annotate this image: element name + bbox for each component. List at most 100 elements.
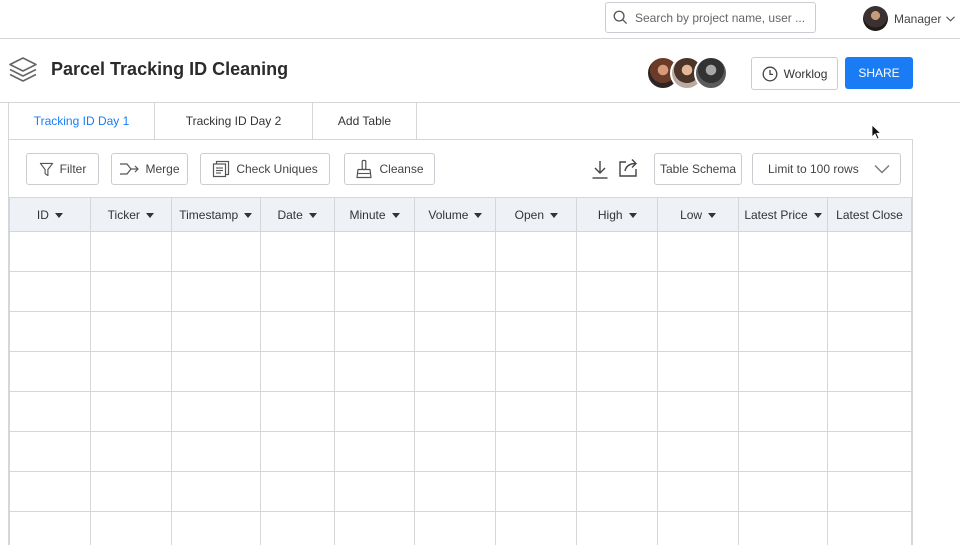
- table-cell[interactable]: [259, 431, 335, 472]
- table-cell[interactable]: [657, 431, 740, 472]
- table-cell[interactable]: [333, 271, 416, 312]
- table-cell[interactable]: [333, 231, 416, 272]
- table-cell[interactable]: [657, 271, 740, 312]
- table-cell[interactable]: [576, 351, 659, 392]
- column-header-id[interactable]: ID: [9, 197, 91, 232]
- table-cell[interactable]: [826, 431, 913, 472]
- table-cell[interactable]: [89, 471, 172, 512]
- table-cell[interactable]: [495, 271, 578, 312]
- table-cell[interactable]: [333, 351, 416, 392]
- download-icon[interactable]: [591, 158, 609, 180]
- table-cell[interactable]: [738, 311, 828, 352]
- table-cell[interactable]: [9, 351, 91, 392]
- table-cell[interactable]: [259, 391, 335, 432]
- table-cell[interactable]: [259, 271, 335, 312]
- table-cell[interactable]: [738, 511, 828, 545]
- search-box[interactable]: [605, 2, 816, 33]
- table-cell[interactable]: [576, 271, 659, 312]
- table-cell[interactable]: [495, 471, 578, 512]
- table-cell[interactable]: [738, 431, 828, 472]
- row-limit-select[interactable]: Limit to 100 rows: [752, 153, 901, 185]
- table-cell[interactable]: [170, 351, 261, 392]
- table-cell[interactable]: [89, 351, 172, 392]
- column-header-latest-price[interactable]: Latest Price: [738, 197, 828, 232]
- table-cell[interactable]: [657, 311, 740, 352]
- table-cell[interactable]: [495, 311, 578, 352]
- share-icon[interactable]: [618, 156, 640, 178]
- table-cell[interactable]: [826, 391, 913, 432]
- table-cell[interactable]: [89, 311, 172, 352]
- table-cell[interactable]: [89, 431, 172, 472]
- filter-button[interactable]: Filter: [26, 153, 99, 185]
- table-cell[interactable]: [9, 391, 91, 432]
- table-cell[interactable]: [495, 431, 578, 472]
- table-cell[interactable]: [333, 391, 416, 432]
- avatar[interactable]: [694, 56, 728, 90]
- table-cell[interactable]: [414, 391, 497, 432]
- table-cell[interactable]: [170, 391, 261, 432]
- table-cell[interactable]: [414, 511, 497, 545]
- table-cell[interactable]: [657, 351, 740, 392]
- column-header-date[interactable]: Date: [259, 197, 335, 232]
- table-cell[interactable]: [9, 231, 91, 272]
- table-cell[interactable]: [89, 231, 172, 272]
- table-cell[interactable]: [333, 311, 416, 352]
- table-cell[interactable]: [89, 391, 172, 432]
- check-uniques-button[interactable]: Check Uniques: [200, 153, 330, 185]
- table-cell[interactable]: [333, 471, 416, 512]
- column-header-minute[interactable]: Minute: [333, 197, 416, 232]
- table-cell[interactable]: [259, 471, 335, 512]
- worklog-button[interactable]: Worklog: [751, 57, 838, 90]
- table-cell[interactable]: [9, 431, 91, 472]
- table-schema-button[interactable]: Table Schema: [654, 153, 742, 185]
- table-cell[interactable]: [414, 231, 497, 272]
- column-header-timestamp[interactable]: Timestamp: [170, 197, 261, 232]
- tab-tracking-id-day-2[interactable]: Tracking ID Day 2: [155, 103, 313, 139]
- table-cell[interactable]: [170, 231, 261, 272]
- table-cell[interactable]: [333, 431, 416, 472]
- merge-button[interactable]: Merge: [111, 153, 188, 185]
- tab-add-table[interactable]: Add Table: [313, 103, 417, 139]
- table-cell[interactable]: [657, 391, 740, 432]
- table-cell[interactable]: [89, 271, 172, 312]
- table-cell[interactable]: [259, 511, 335, 545]
- table-cell[interactable]: [170, 311, 261, 352]
- team-avatars[interactable]: [646, 56, 736, 90]
- table-cell[interactable]: [738, 471, 828, 512]
- table-cell[interactable]: [826, 231, 913, 272]
- table-cell[interactable]: [657, 471, 740, 512]
- column-header-latest-close[interactable]: Latest Close: [826, 197, 913, 232]
- table-cell[interactable]: [414, 471, 497, 512]
- table-cell[interactable]: [495, 391, 578, 432]
- table-cell[interactable]: [259, 311, 335, 352]
- table-cell[interactable]: [657, 231, 740, 272]
- table-cell[interactable]: [826, 311, 913, 352]
- table-cell[interactable]: [576, 231, 659, 272]
- table-cell[interactable]: [826, 511, 913, 545]
- column-header-open[interactable]: Open: [495, 197, 578, 232]
- table-cell[interactable]: [576, 431, 659, 472]
- table-cell[interactable]: [9, 311, 91, 352]
- column-header-volume[interactable]: Volume: [414, 197, 497, 232]
- user-menu[interactable]: Manager: [863, 6, 956, 31]
- table-cell[interactable]: [89, 511, 172, 545]
- table-cell[interactable]: [170, 431, 261, 472]
- table-cell[interactable]: [657, 511, 740, 545]
- tab-tracking-id-day-1[interactable]: Tracking ID Day 1: [8, 103, 155, 139]
- table-cell[interactable]: [495, 231, 578, 272]
- table-cell[interactable]: [9, 471, 91, 512]
- table-cell[interactable]: [259, 351, 335, 392]
- table-cell[interactable]: [826, 471, 913, 512]
- column-header-low[interactable]: Low: [657, 197, 740, 232]
- table-cell[interactable]: [9, 511, 91, 545]
- table-cell[interactable]: [9, 271, 91, 312]
- table-cell[interactable]: [333, 511, 416, 545]
- table-cell[interactable]: [495, 351, 578, 392]
- share-button[interactable]: SHARE: [845, 57, 913, 89]
- table-cell[interactable]: [170, 471, 261, 512]
- table-cell[interactable]: [259, 231, 335, 272]
- table-cell[interactable]: [414, 431, 497, 472]
- table-cell[interactable]: [738, 351, 828, 392]
- table-cell[interactable]: [738, 231, 828, 272]
- table-cell[interactable]: [576, 471, 659, 512]
